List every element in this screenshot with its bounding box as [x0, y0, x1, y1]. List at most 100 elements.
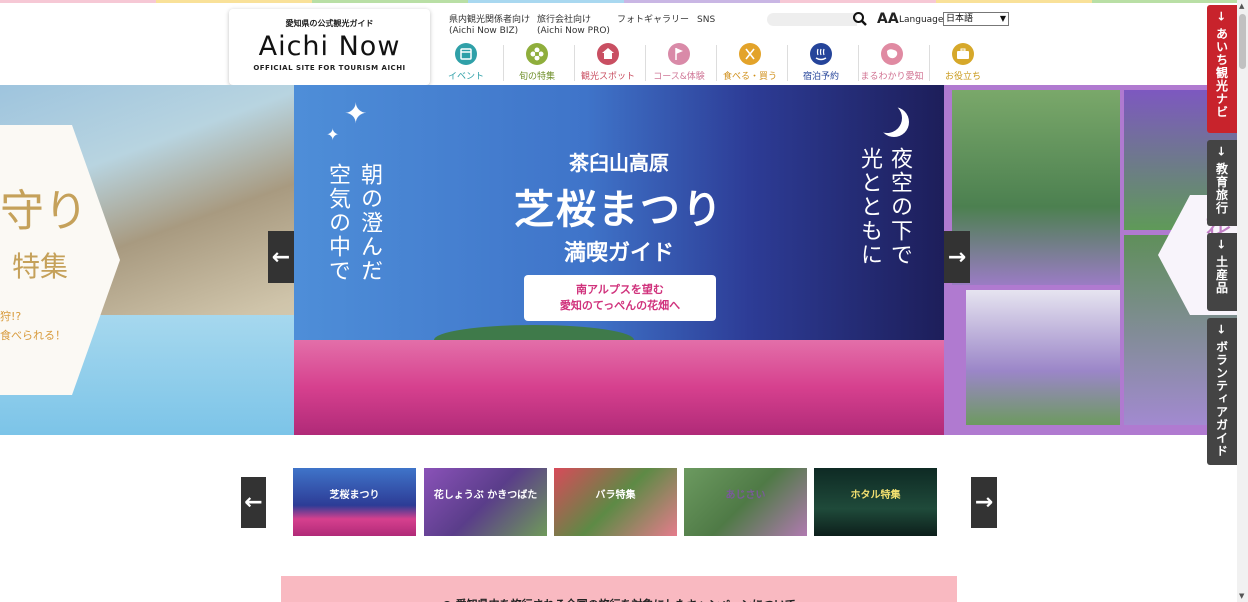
side-tab-souvenirs[interactable]: → 土産品	[1207, 233, 1237, 311]
hero-slide-next[interactable]: 花か	[944, 85, 1248, 435]
site-logo[interactable]: 愛知県の公式観光ガイド Aichi Now OFFICIAL SITE FOR …	[229, 9, 430, 85]
side-tab-volunteer-guide-label: ボランティアガイド	[1214, 340, 1229, 458]
slide-ribbon-line2: 愛知のてっぺんの花畑へ	[559, 299, 681, 312]
slide-left-subtitle: 特集	[12, 250, 69, 283]
campaign-notice[interactable]: ● 愛知県内を旅行される全国の旅行を対象にしたキャンペーンについて	[281, 576, 957, 602]
nav-item-about-aichi-label: まるわかり愛知	[860, 72, 924, 82]
search-icon[interactable]	[852, 11, 868, 27]
sparkle-icon: ✦	[344, 97, 368, 130]
thumbnail-caption: 芝桜まつり	[329, 490, 380, 501]
utility-link-biz-line2: (Aichi Now BIZ)	[449, 26, 519, 36]
main-nav: イベント 旬の特集 観光スポット コース&体験 食べる・買う 宿泊予約 まるわか…	[430, 43, 1010, 85]
logo-tagline: OFFICIAL SITE FOR TOURISM AICHI	[253, 64, 406, 72]
iris-photo	[952, 90, 1120, 285]
slide-ribbon-line1: 南アルプスを望む	[576, 283, 664, 296]
nav-item-spots[interactable]: 観光スポット	[572, 43, 644, 83]
hero-slide-current[interactable]: ✦ ✦ 朝の澄んだ 空気の中で 夜空の下で 光とともに 茶臼山高原 芝桜まつり …	[294, 85, 944, 435]
language-label: Language	[899, 15, 944, 25]
slide-subtitle: 茶臼山高原	[569, 151, 669, 175]
hero-carousel: 守り 特集 狩!? 食べられる！ ✦ ✦ 朝の澄んだ 空気の中で 夜空の下で 光…	[0, 85, 1248, 435]
side-tab-volunteer-guide[interactable]: → ボランティアガイド	[1207, 318, 1237, 465]
thumbnail-caption: ホタル特集	[850, 490, 901, 501]
nav-item-food-label: 食べる・買う	[722, 72, 777, 82]
hero-prev-button[interactable]: ←	[268, 231, 294, 283]
side-tab-label: → ボランティアガイド	[1214, 324, 1229, 458]
arrow-left-icon: ←	[244, 490, 263, 515]
nav-item-seasonal[interactable]: 旬の特集	[501, 43, 573, 83]
scrollbar-thumb[interactable]	[1239, 14, 1246, 69]
nav-item-event-label: イベント	[447, 72, 484, 82]
flower-icon	[526, 43, 548, 65]
nav-item-spots-label: 観光スポット	[580, 72, 635, 82]
side-tab-education-travel-label: 教育旅行	[1214, 162, 1229, 215]
thumbnail-caption: 花しょうぶ かきつばた	[433, 490, 538, 501]
hot-spring-icon	[810, 43, 832, 65]
logo-subtitle: 愛知県の公式観光ガイド	[285, 19, 374, 28]
castle-icon	[597, 43, 619, 65]
briefcase-icon	[952, 43, 974, 65]
decorative-flower-field	[294, 340, 944, 435]
calendar-icon	[455, 43, 477, 65]
utility-link-biz-line1: 県内観光関係者向け	[449, 15, 531, 25]
search-input[interactable]	[767, 13, 857, 26]
side-tab-aichi-navi[interactable]: → あいち観光ナビ	[1207, 5, 1237, 133]
side-tab-souvenirs-label: 土産品	[1214, 255, 1229, 295]
slide-title: 芝桜まつり	[514, 187, 724, 233]
side-tab-label: → 土産品	[1214, 239, 1229, 295]
utility-link-pro[interactable]: 旅行会社向け (Aichi Now PRO)	[537, 15, 610, 37]
language-select[interactable]: 日本語 ▼	[943, 12, 1009, 26]
nav-item-courses-label: コース&体験	[653, 72, 705, 82]
logo-name: Aichi Now	[258, 31, 401, 62]
thumbs-next-button[interactable]: →	[971, 477, 997, 528]
side-tab-label: → あいち観光ナビ	[1214, 11, 1229, 119]
arrow-right-icon: →	[974, 490, 994, 515]
arrow-right-icon: →	[947, 244, 967, 270]
slide-guide-label: 満喫ガイド	[563, 241, 674, 266]
nav-item-event[interactable]: イベント	[430, 43, 502, 83]
thumbnail-caption: あじさい	[725, 490, 766, 501]
moon-icon	[872, 103, 902, 133]
utility-link-photo-gallery[interactable]: フォトギャラリー	[617, 15, 689, 26]
flag-icon	[668, 43, 690, 65]
utility-link-biz[interactable]: 県内観光関係者向け (Aichi Now BIZ)	[449, 15, 530, 37]
scroll-down-icon[interactable]: ▼	[1239, 592, 1244, 600]
thumbnail-rose[interactable]: バラ特集	[554, 468, 677, 536]
thumbnail-hydrangea[interactable]: あじさい	[684, 468, 807, 536]
thumbs-prev-button[interactable]: ←	[241, 477, 266, 528]
nav-item-courses[interactable]: コース&体験	[643, 43, 715, 83]
slide-left-caption-line1: 狩!?	[0, 310, 22, 323]
fork-knife-icon	[739, 43, 761, 65]
utility-link-pro-line2: (Aichi Now PRO)	[537, 26, 610, 36]
scroll-up-icon[interactable]: ▲	[1239, 2, 1244, 10]
nav-item-stay[interactable]: 宿泊予約	[785, 43, 857, 83]
side-tab-education-travel[interactable]: → 教育旅行	[1207, 140, 1237, 226]
nav-item-stay-label: 宿泊予約	[802, 72, 839, 82]
nav-item-useful[interactable]: お役立ち	[927, 43, 999, 83]
hero-next-button[interactable]: →	[944, 231, 970, 283]
nav-item-seasonal-label: 旬の特集	[518, 72, 555, 82]
nav-item-useful-label: お役立ち	[944, 72, 981, 82]
hero-slide-previous[interactable]: 守り 特集 狩!? 食べられる！	[0, 85, 294, 435]
page: 愛知県の公式観光ガイド Aichi Now OFFICIAL SITE FOR …	[0, 0, 1248, 602]
nav-item-food[interactable]: 食べる・買う	[714, 43, 786, 83]
nav-item-about-aichi[interactable]: まるわかり愛知	[856, 43, 928, 83]
thumbnail-strip: 芝桜まつり 花しょうぶ かきつばた バラ特集 あじさい ホタル特集	[293, 468, 938, 538]
site-header: 愛知県の公式観光ガイド Aichi Now OFFICIAL SITE FOR …	[0, 3, 1248, 85]
side-tab-aichi-navi-label: あいち観光ナビ	[1214, 27, 1229, 119]
page-scrollbar[interactable]: ▲ ▼	[1237, 0, 1248, 602]
utility-link-sns[interactable]: SNS	[697, 15, 715, 26]
iris-photo	[966, 290, 1120, 425]
utility-link-pro-line1: 旅行会社向け	[537, 15, 592, 25]
map-icon	[881, 43, 903, 65]
thumbnail-caption: バラ特集	[595, 490, 636, 501]
arrow-left-icon: ←	[271, 244, 291, 270]
sparkle-icon: ✦	[326, 125, 340, 144]
language-selected-value: 日本語	[946, 14, 974, 24]
thumbnail-iris[interactable]: 花しょうぶ かきつばた	[424, 468, 547, 536]
chevron-down-icon: ▼	[999, 14, 1006, 23]
thumbnail-firefly[interactable]: ホタル特集	[814, 468, 937, 536]
font-size-button[interactable]: AA	[877, 11, 899, 27]
slide-left-title: 守り	[0, 186, 88, 237]
thumbnail-shibazakura[interactable]: 芝桜まつり	[293, 468, 416, 536]
side-tab-label: → 教育旅行	[1214, 146, 1229, 215]
